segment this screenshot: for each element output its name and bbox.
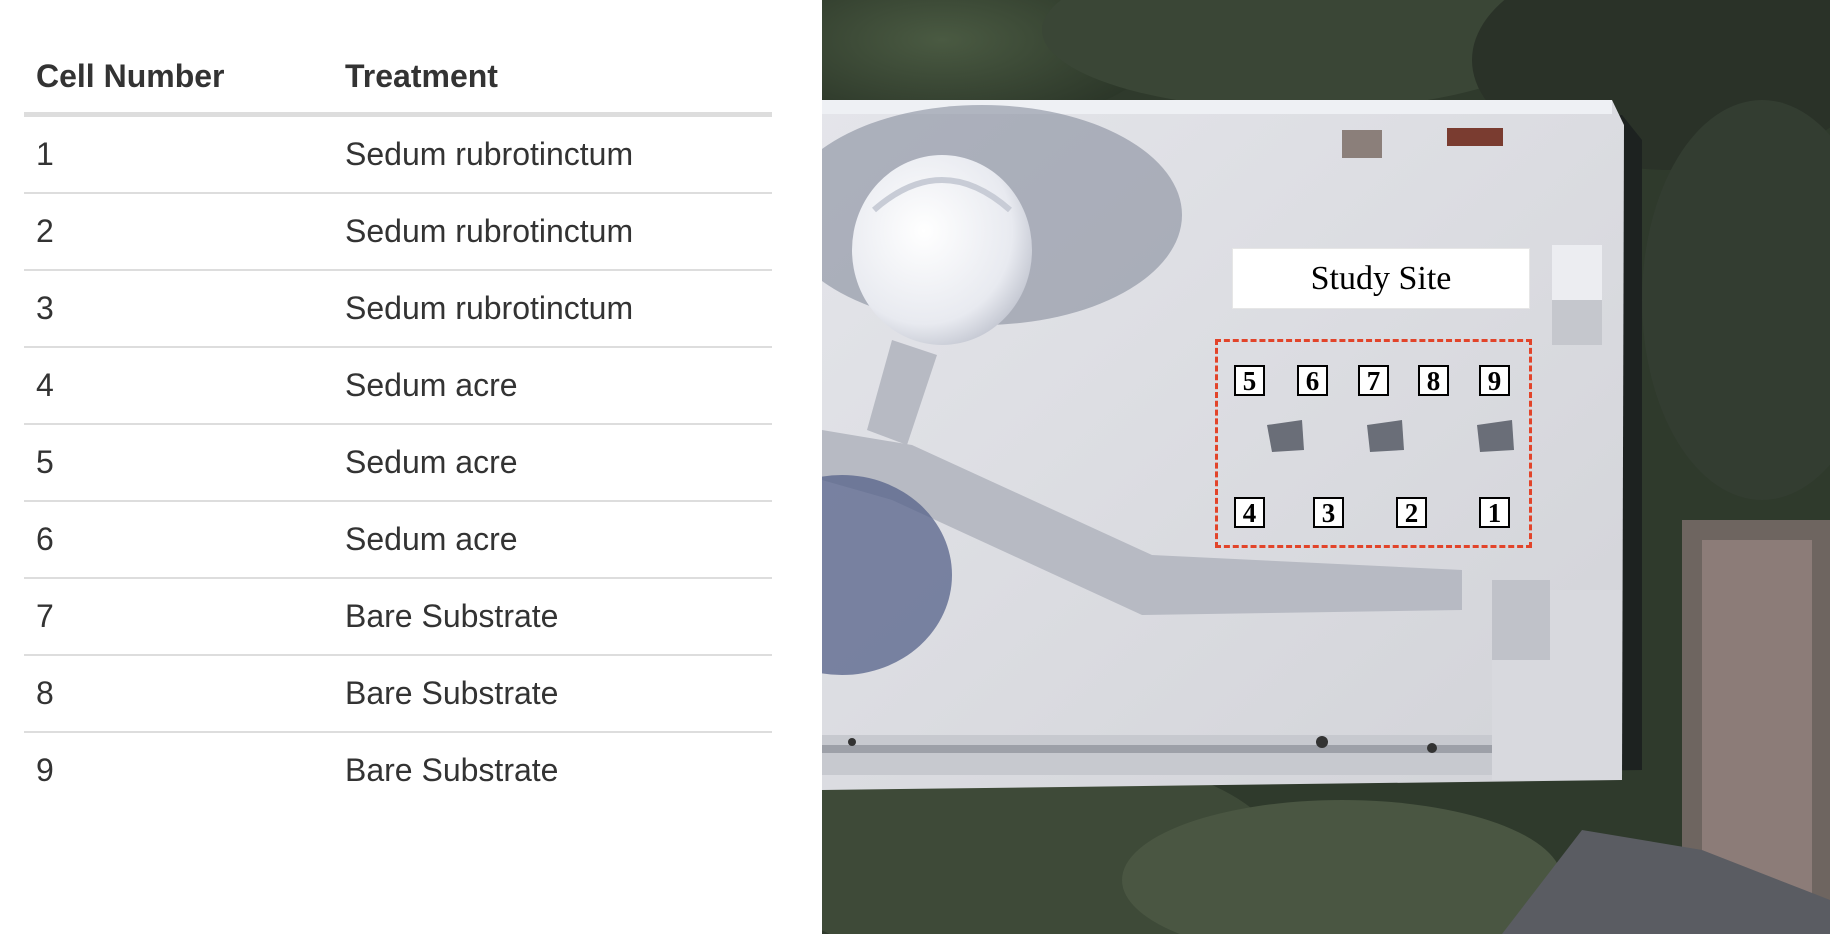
treatment: Sedum rubrotinctum [333, 114, 772, 194]
cell-number: 9 [36, 752, 54, 788]
plot-cell-3: 3 [1313, 497, 1344, 528]
table-row: 5 Sedum acre [24, 424, 772, 502]
aerial-site-map: Study Site 5 6 7 8 9 4 3 2 1 [822, 0, 1830, 934]
table-row: 2 Sedum rubrotinctum [24, 193, 772, 271]
cell-number: 7 [24, 578, 333, 656]
treatment: Sedum acre [333, 347, 772, 425]
study-site-label: Study Site [1232, 248, 1530, 309]
table-row: 6 Sedum acre [24, 501, 772, 579]
plot-cell-1: 1 [1479, 497, 1510, 528]
cell-number: 3 [24, 270, 333, 348]
treatment: Bare Substrate [345, 752, 559, 788]
table-row: 3 Sedum rubrotinctum [24, 270, 772, 348]
table-row: 4 Sedum acre [24, 347, 772, 425]
cell-number: 1 [24, 114, 333, 194]
plot-cell-7: 7 [1358, 365, 1389, 396]
table-header-row: Cell Number Treatment [24, 40, 772, 117]
table-row: 7 Bare Substrate [24, 578, 772, 656]
plot-cell-9: 9 [1479, 365, 1510, 396]
treatment-table-panel: Cell Number Treatment 1 Sedum rubrotinct… [0, 0, 822, 934]
plot-cell-6: 6 [1297, 365, 1328, 396]
cell-number: 2 [24, 193, 333, 271]
treatment: Bare Substrate [333, 655, 772, 733]
cell-number: 5 [24, 424, 333, 502]
treatment: Sedum rubrotinctum [333, 193, 772, 271]
treatment: Bare Substrate [333, 578, 772, 656]
plot-cell-8: 8 [1418, 365, 1449, 396]
treatment: Sedum acre [333, 424, 772, 502]
cell-number: 8 [24, 655, 333, 733]
table-row: 1 Sedum rubrotinctum [24, 114, 772, 194]
treatment-table: Cell Number Treatment 1 Sedum rubrotinct… [24, 40, 772, 808]
treatment: Sedum rubrotinctum [333, 270, 772, 348]
plot-cell-5: 5 [1234, 365, 1265, 396]
plot-cell-2: 2 [1396, 497, 1427, 528]
table-row: 8 Bare Substrate [24, 655, 772, 733]
table-row: 9 Bare Substrate [24, 732, 772, 808]
header-cell-number: Cell Number [24, 40, 333, 117]
cell-number: 6 [24, 501, 333, 579]
plot-cell-4: 4 [1234, 497, 1265, 528]
cell-number: 4 [24, 347, 333, 425]
treatment: Sedum acre [333, 501, 772, 579]
header-treatment: Treatment [333, 40, 772, 117]
